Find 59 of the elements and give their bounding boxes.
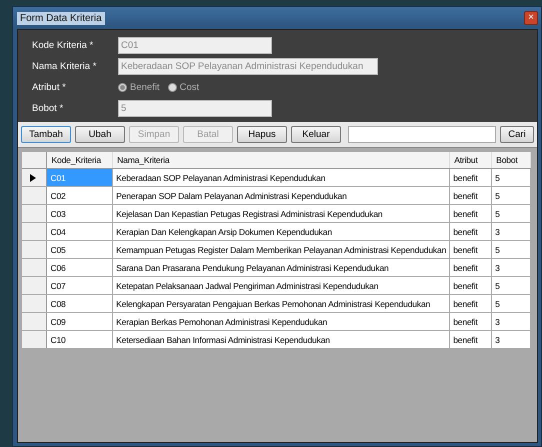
- table-cell: C08: [46, 294, 113, 312]
- column-header[interactable]: Kode_Kriteria: [46, 152, 113, 168]
- column-header[interactable]: Bobot: [492, 152, 530, 168]
- row-pointer-icon: [30, 174, 36, 182]
- table-cell: Sarana Dan Prasarana Pendukung Pelayanan Administrasi Kependudukan: [112, 258, 450, 276]
- table-cell: Penerapan SOP Dalam Pelayanan Administrasi Kependudukan: [112, 186, 450, 204]
- column-header[interactable]: Nama_Kriteria: [112, 152, 450, 168]
- table-cell: benefit: [450, 168, 492, 186]
- table-cell: 5: [492, 204, 530, 222]
- table-cell: Ketersediaan Bahan Informasi Administrasi Kependudukan: [112, 330, 450, 348]
- search-button[interactable]: Cari: [500, 126, 534, 143]
- table-cell: benefit: [450, 276, 492, 294]
- field-label: Bobot *: [32, 103, 64, 114]
- table-cell: Kemampuan Petugas Register Dalam Memberikan Pelayanan Administrasi Kependudukan: [112, 240, 450, 258]
- table-cell: Ketepatan Pelaksanaan Jadwal Pengiriman Administrasi Kependudukan: [112, 276, 450, 294]
- table-cell: Kelengkapan Persyaratan Pengajuan Berkas Pemohonan Administrasi Kependudukan: [112, 294, 450, 312]
- window-title: Form Data Kriteria: [17, 12, 105, 24]
- column-header[interactable]: Atribut: [450, 152, 492, 168]
- table-cell: 5: [492, 168, 530, 186]
- table-cell: C05: [46, 240, 113, 258]
- table-cell: 3: [492, 222, 530, 240]
- table-cell: benefit: [450, 240, 492, 258]
- table-cell: 5: [492, 240, 530, 258]
- table-cell: 5: [492, 186, 530, 204]
- table-cell: C10: [46, 330, 113, 348]
- table-cell: benefit: [450, 330, 492, 348]
- table-cell: C03: [46, 204, 113, 222]
- table-cell: 3: [492, 258, 530, 276]
- table-cell: benefit: [450, 312, 492, 330]
- field-label: Kode Kriteria *: [32, 40, 94, 51]
- table-cell: Kerapian Berkas Pemohonan Administrasi Kependudukan: [112, 312, 450, 330]
- table-cell: C02: [46, 186, 113, 204]
- table-cell: benefit: [450, 204, 492, 222]
- table-cell: C09: [46, 312, 113, 330]
- radio-button[interactable]: Cost: [168, 82, 200, 93]
- toolbar-button[interactable]: Tambah: [21, 126, 71, 143]
- field-label: Nama Kriteria *: [32, 61, 98, 72]
- table-cell: benefit: [450, 186, 492, 204]
- table-cell: benefit: [450, 258, 492, 276]
- table-cell: benefit: [450, 222, 492, 240]
- toolbar-button[interactable]: Ubah: [75, 126, 125, 143]
- toolbar-button[interactable]: Keluar: [291, 126, 341, 143]
- radio-button[interactable]: Benefit: [118, 82, 160, 93]
- table-cell: Kejelasan Dan Kepastian Petugas Registrasi Administrasi Kependudukan: [112, 204, 450, 222]
- table-cell: C06: [46, 258, 113, 276]
- table-cell: 3: [492, 330, 530, 348]
- field-label: Atribut *: [32, 82, 67, 93]
- table-cell: Keberadaan SOP Pelayanan Administrasi Kependudukan: [112, 168, 450, 186]
- table-cell: 3: [492, 312, 530, 330]
- table-cell: Kerapian Dan Kelengkapan Arsip Dokumen Kependudukan: [112, 222, 450, 240]
- close-button[interactable]: ×: [524, 11, 538, 25]
- table-cell: benefit: [450, 294, 492, 312]
- table-cell: 5: [492, 294, 530, 312]
- table-cell: C01: [46, 168, 113, 186]
- table-cell: C07: [46, 276, 113, 294]
- table-cell: 5: [492, 276, 530, 294]
- search-field[interactable]: [348, 126, 496, 143]
- toolbar-button[interactable]: Hapus: [237, 126, 287, 143]
- table-cell: C04: [46, 222, 113, 240]
